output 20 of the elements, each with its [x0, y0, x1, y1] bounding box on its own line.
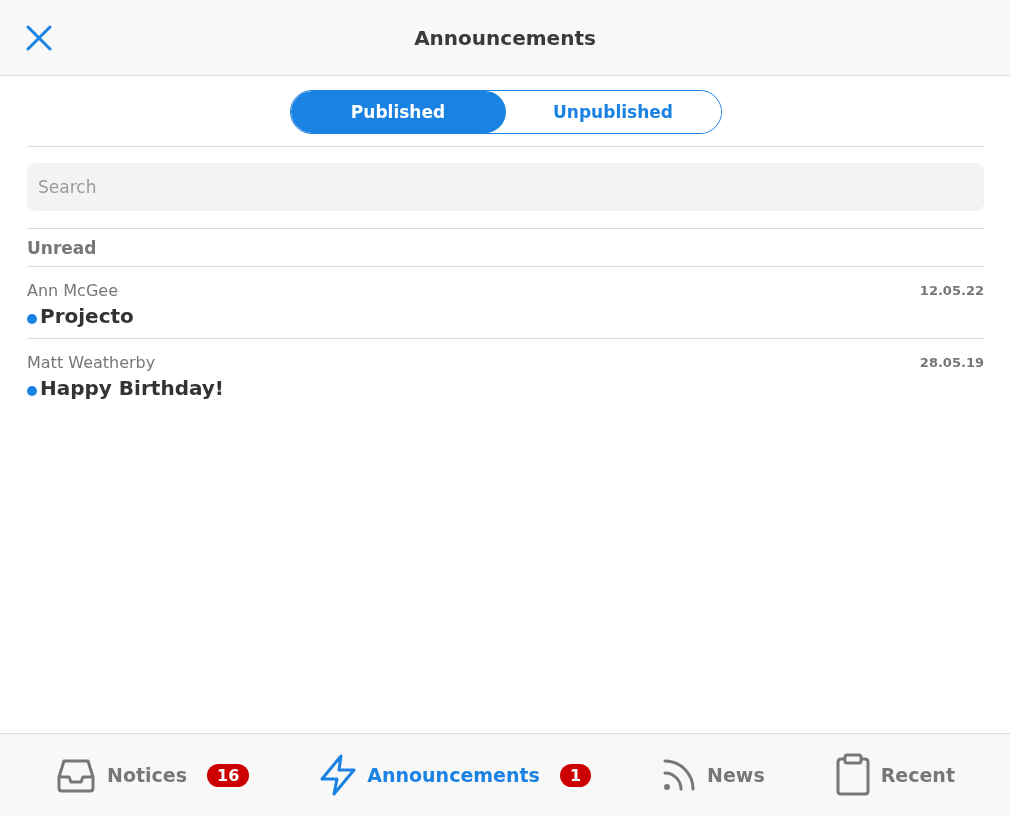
announcement-title[interactable]: Projecto [40, 304, 134, 328]
lightning-bolt-icon [319, 754, 358, 796]
author-name: Matt Weatherby [27, 353, 157, 372]
search-field[interactable]: Search [27, 163, 984, 211]
close-icon[interactable] [26, 25, 52, 51]
segment-tab[interactable]: Published [290, 91, 506, 133]
author-name: Ann McGee [27, 281, 119, 300]
section-header: Unread [27, 237, 98, 260]
tab-label[interactable]: Recent [880, 764, 955, 786]
count-badge: 16 [207, 763, 250, 787]
tab-label[interactable]: Notices [107, 764, 187, 786]
inbox-tray-icon [55, 757, 97, 793]
announcement-date: 28.05.19 [919, 355, 984, 372]
announcement-title[interactable]: Happy Birthday! [40, 376, 224, 400]
tab-label[interactable]: News [707, 764, 765, 786]
clipboard-icon [834, 753, 871, 797]
announcement-date: 12.05.22 [919, 283, 984, 300]
tab-label[interactable]: Announcements [367, 764, 540, 786]
page-title: Announcements [414, 25, 596, 50]
count-badge: 1 [559, 763, 592, 787]
